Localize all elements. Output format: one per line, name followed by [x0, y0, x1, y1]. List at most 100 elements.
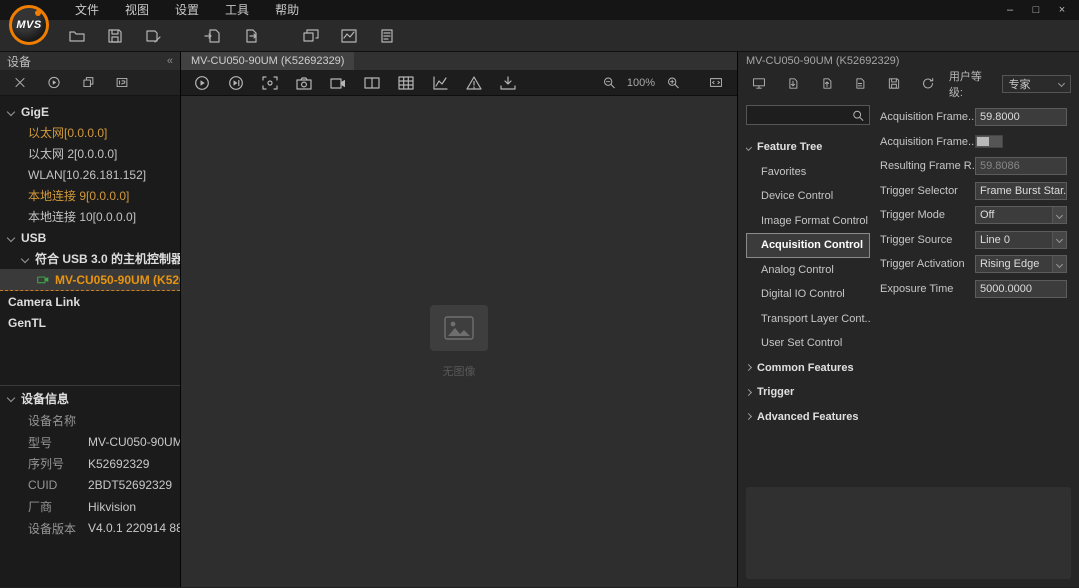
- collapse-panel-button[interactable]: «: [167, 55, 173, 67]
- preview-tab[interactable]: MV-CU050-90UM (K52692329): [181, 52, 354, 70]
- alarm-button[interactable]: [461, 71, 487, 95]
- grid-view-button[interactable]: [393, 71, 419, 95]
- fit-window-button[interactable]: [703, 71, 729, 95]
- chevron-right-icon: [746, 413, 752, 420]
- record-button[interactable]: [325, 71, 351, 95]
- zoom-controls: 100%: [596, 71, 729, 95]
- save-icon: [106, 28, 124, 44]
- trigger-mode-dropdown[interactable]: Off: [975, 206, 1067, 224]
- ip-config-icon: [115, 76, 129, 89]
- menu-tools[interactable]: 工具: [212, 0, 262, 20]
- export-features-button[interactable]: [814, 72, 840, 96]
- feature-group-advanced-features[interactable]: Advanced Features: [746, 405, 870, 430]
- open-image-button[interactable]: [64, 24, 90, 48]
- close-button[interactable]: ×: [1049, 0, 1075, 20]
- feature-toolbar: 用户等级: 专家: [738, 70, 1079, 97]
- ip-config-button[interactable]: [109, 71, 135, 95]
- snapshot-camera-icon: [295, 75, 313, 91]
- feature-doc-button[interactable]: [847, 72, 873, 96]
- feature-item-transport-layer[interactable]: Transport Layer Cont...: [746, 307, 870, 332]
- acquisition-frame-rate-input[interactable]: [975, 108, 1067, 126]
- tree-item-local10[interactable]: 本地连接 10[0.0.0.0]: [0, 206, 180, 227]
- continuous-grab-button[interactable]: [189, 71, 215, 95]
- feature-item-digital-io-control[interactable]: Digital IO Control: [746, 282, 870, 307]
- zoom-out-button[interactable]: [596, 71, 622, 95]
- tree-group-gentl[interactable]: GenTL: [0, 312, 180, 333]
- zoom-fit-button[interactable]: [257, 71, 283, 95]
- feature-item-image-format-control[interactable]: Image Format Control: [746, 209, 870, 234]
- multi-window-button[interactable]: [298, 24, 324, 48]
- feature-label: Digital IO Control: [761, 288, 845, 300]
- copy-device-button[interactable]: [75, 71, 101, 95]
- tree-item-local9[interactable]: 本地连接 9[0.0.0.0]: [0, 185, 180, 206]
- feature-group-feature-tree[interactable]: Feature Tree: [746, 135, 870, 160]
- tree-item-wlan[interactable]: WLAN[10.26.181.152]: [0, 164, 180, 185]
- document-icon: [853, 77, 867, 90]
- frame-rate-enable-toggle[interactable]: [975, 135, 1003, 148]
- device-toolbar: [0, 70, 180, 96]
- save-frame-button[interactable]: [495, 71, 521, 95]
- info-row-name: 设备名称: [0, 410, 180, 432]
- exposure-time-input[interactable]: [975, 280, 1067, 298]
- fit-window-icon: [709, 76, 723, 89]
- tree-item-usb-controller[interactable]: 符合 USB 3.0 的主机控制器: [0, 248, 180, 269]
- user-level-dropdown[interactable]: 专家: [1002, 75, 1072, 93]
- menu-file[interactable]: 文件: [62, 0, 112, 20]
- feature-item-acquisition-control[interactable]: Acquisition Control: [746, 233, 870, 258]
- menu-settings[interactable]: 设置: [162, 0, 212, 20]
- refresh-features-button[interactable]: [915, 72, 941, 96]
- menu-view[interactable]: 视图: [112, 0, 162, 20]
- feature-item-user-set-control[interactable]: User Set Control: [746, 331, 870, 356]
- log-button[interactable]: [374, 24, 400, 48]
- waveform-button[interactable]: [336, 24, 362, 48]
- feature-label: Advanced Features: [757, 411, 858, 423]
- histogram-button[interactable]: [427, 71, 453, 95]
- connect-device-button[interactable]: [41, 71, 67, 95]
- maximize-button[interactable]: □: [1023, 0, 1049, 20]
- save-image-button[interactable]: [102, 24, 128, 48]
- zoom-out-icon: [602, 76, 616, 89]
- feature-item-device-control[interactable]: Device Control: [746, 184, 870, 209]
- save-as-button[interactable]: [140, 24, 166, 48]
- tree-item-ethernet2[interactable]: 以太网 2[0.0.0.0]: [0, 143, 180, 164]
- tree-item-ethernet[interactable]: 以太网[0.0.0.0]: [0, 122, 180, 143]
- prop-label: Trigger Mode: [880, 209, 975, 221]
- info-value: K52692329: [88, 457, 180, 471]
- split-window-button[interactable]: [359, 71, 385, 95]
- feature-group-trigger[interactable]: Trigger: [746, 380, 870, 405]
- tree-group-cameralink[interactable]: Camera Link: [0, 291, 180, 312]
- tree-group-usb[interactable]: USB: [0, 227, 180, 248]
- info-label: 型号: [28, 434, 88, 451]
- user-level-label: 用户等级:: [949, 68, 996, 100]
- zoom-in-icon: [666, 76, 680, 89]
- export-config-button[interactable]: [238, 24, 264, 48]
- trigger-source-dropdown[interactable]: Line 0: [975, 231, 1067, 249]
- info-label: 序列号: [28, 455, 88, 472]
- grid-view-icon: [397, 75, 415, 91]
- export-features-icon: [820, 77, 834, 90]
- save-features-button[interactable]: [881, 72, 907, 96]
- user-level-value: 专家: [1009, 76, 1031, 92]
- device-settings-button[interactable]: [746, 72, 772, 96]
- snapshot-button[interactable]: [291, 71, 317, 95]
- zoom-in-button[interactable]: [660, 71, 686, 95]
- tree-group-gige[interactable]: GigE: [0, 101, 180, 122]
- menu-help[interactable]: 帮助: [262, 0, 312, 20]
- feature-search-input[interactable]: [751, 109, 851, 121]
- device-info-header[interactable]: 设备信息: [0, 386, 180, 410]
- feature-item-favorites[interactable]: Favorites: [746, 160, 870, 185]
- prop-row-exposure-time: Exposure Time: [880, 277, 1067, 302]
- minimize-button[interactable]: –: [997, 0, 1023, 20]
- single-grab-button[interactable]: [223, 71, 249, 95]
- import-config-button[interactable]: [200, 24, 226, 48]
- disconnect-device-button[interactable]: [7, 71, 33, 95]
- chevron-down-icon: [1058, 80, 1065, 87]
- tree-item-camera-selected[interactable]: MV-CU050-90UM (K5269...: [0, 269, 180, 291]
- trigger-activation-dropdown[interactable]: Rising Edge: [975, 255, 1067, 273]
- prop-row-acquisition-frame-rate-enable: Acquisition Frame...: [880, 130, 1067, 155]
- feature-group-common-features[interactable]: Common Features: [746, 356, 870, 381]
- trigger-selector-dropdown[interactable]: Frame Burst Star...: [975, 182, 1067, 200]
- feature-item-analog-control[interactable]: Analog Control: [746, 258, 870, 283]
- import-features-button[interactable]: [780, 72, 806, 96]
- feature-label: Favorites: [761, 166, 806, 178]
